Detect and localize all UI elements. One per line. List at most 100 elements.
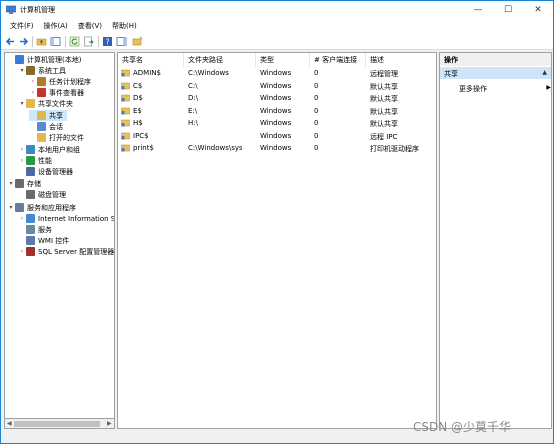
cell-desc: 默认共享 (370, 120, 398, 128)
collapse-up-icon[interactable]: ▲ (542, 69, 547, 76)
forward-icon[interactable] (18, 36, 29, 47)
table-row[interactable]: IPC$ Windows 0 远程 IPC (118, 130, 436, 143)
cell-path: C:\ (188, 81, 198, 90)
expand-down-icon[interactable]: ▾ (7, 180, 15, 187)
tree-node[interactable]: 计算机管理(本地) (7, 54, 81, 65)
tree-node[interactable]: 共享 (29, 110, 67, 121)
expand-down-icon[interactable]: ▾ (7, 204, 15, 211)
actions-section-shares[interactable]: 共享 ▲ (440, 67, 551, 79)
show-action-pane-icon[interactable] (116, 36, 127, 47)
toolbar-separator (65, 36, 66, 47)
tree-node[interactable]: ▾ 系统工具 (18, 65, 66, 76)
up-folder-icon[interactable] (36, 36, 47, 47)
column-header-client-connections[interactable]: # 客户端连接 (310, 53, 366, 67)
cell-path: C:\Windows (188, 69, 229, 77)
computer-management-icon (15, 55, 24, 64)
maximize-button[interactable]: ☐ (493, 1, 523, 19)
expand-right-icon[interactable]: › (18, 215, 26, 222)
tree-node[interactable]: 磁盘管理 (18, 189, 66, 200)
tree-node-label: 共享 (49, 111, 63, 120)
table-row[interactable]: H$ H:\ Windows 0 默认共享 (118, 117, 436, 130)
tree-horizontal-scrollbar[interactable]: ◀ ▶ (4, 419, 115, 429)
cell-name: print$ (133, 144, 154, 152)
table-row[interactable]: E$ E:\ Windows 0 默认共享 (118, 105, 436, 118)
tree-node[interactable]: WMI 控件 (18, 235, 69, 246)
column-header-folder-path[interactable]: 文件夹路径 (184, 53, 256, 67)
expand-right-icon[interactable]: › (29, 89, 37, 96)
cell-name: H$ (133, 119, 143, 127)
expand-down-icon[interactable]: ▾ (18, 67, 26, 74)
table-row[interactable]: ADMIN$ C:\Windows Windows 0 远程管理 (118, 67, 436, 80)
expand-right-icon[interactable]: › (18, 146, 26, 153)
scroll-left-icon[interactable]: ◀ (7, 420, 12, 427)
more-actions-item[interactable]: 更多操作 ▶ (459, 84, 551, 94)
local-users-icon (26, 145, 35, 154)
shared-folder-icon (121, 82, 130, 89)
expand-right-icon[interactable]: › (29, 78, 37, 85)
computer-management-icon (6, 5, 16, 14)
tree-node-label: 事件查看器 (49, 88, 84, 97)
sort-ascending-icon: ^ (148, 52, 154, 58)
minimize-button[interactable]: — (463, 1, 493, 19)
close-button[interactable]: ✕ (523, 1, 553, 19)
shared-folder-icon (121, 119, 130, 127)
task-scheduler-icon (37, 77, 46, 86)
cell-path: H:\ (188, 119, 198, 127)
column-header-description[interactable]: 描述 (366, 53, 436, 67)
tree-node[interactable]: 服务 (18, 224, 52, 235)
scrollbar-thumb[interactable] (14, 421, 100, 427)
column-header-type[interactable]: 类型 (256, 53, 310, 67)
cell-clients: 0 (314, 81, 319, 90)
table-row[interactable]: print$ C:\Windows\syst... Windows 0 打印机驱动程序 (118, 142, 436, 155)
navigation-tree: 计算机管理(本地) ▾ 系统工具 › 任务计划程序 › 事件查看器 ▾ 共享文件夹 共享 会话 打开的… (4, 52, 115, 419)
column-label: # 客户端连接 (314, 56, 358, 64)
table-row[interactable]: C$ C:\ Windows 0 默认共享 (118, 80, 436, 93)
cell-path: E:\ (188, 106, 198, 115)
cell-path: D:\ (188, 94, 199, 102)
show-tree-icon[interactable] (50, 36, 61, 47)
cell-name: C$ (133, 81, 143, 90)
expand-down-icon[interactable]: ▾ (18, 100, 26, 107)
new-share-icon[interactable] (132, 36, 143, 47)
menu-action[interactable]: 操作(A) (39, 21, 73, 31)
expand-right-icon[interactable]: › (18, 157, 26, 164)
tree-node[interactable]: ▾ 存储 (7, 178, 41, 189)
back-icon[interactable] (5, 36, 16, 47)
menu-file[interactable]: 文件(F) (5, 21, 39, 31)
tree-node[interactable]: › 性能 (18, 155, 52, 166)
scroll-right-icon[interactable]: ▶ (107, 420, 112, 427)
help-icon[interactable]: ? (102, 36, 113, 47)
expand-right-icon[interactable]: › (18, 248, 26, 255)
tree-node[interactable]: › SQL Server 配置管理器 (18, 246, 114, 257)
cell-name: ADMIN$ (133, 69, 161, 77)
device-manager-icon (26, 167, 35, 176)
export-list-icon[interactable] (83, 36, 94, 47)
cell-clients: 0 (314, 144, 319, 152)
toolbar-separator (32, 36, 33, 47)
tree-node[interactable]: ▾ 服务和应用程序 (7, 202, 76, 213)
shares-icon (37, 111, 46, 120)
table-row[interactable]: D$ D:\ Windows 0 默认共享 (118, 92, 436, 105)
tree-node[interactable]: ▾ 共享文件夹 (18, 98, 73, 109)
tree-node[interactable]: › 任务计划程序 (29, 76, 91, 87)
tree-node-label: 服务和应用程序 (27, 203, 76, 212)
tree-node[interactable]: › 事件查看器 (29, 87, 84, 98)
refresh-icon[interactable] (69, 36, 80, 47)
cell-clients: 0 (314, 94, 319, 102)
open-files-icon (37, 133, 46, 142)
tree-node-label: 计算机管理(本地) (27, 55, 82, 64)
tree-node-label: 本地用户和组 (38, 145, 80, 154)
tree-node[interactable]: 设备管理器 (18, 166, 73, 177)
tree-node[interactable]: 会话 (29, 121, 63, 132)
cell-desc: 默认共享 (370, 95, 398, 103)
shared-folder-icon (121, 132, 130, 139)
toolbar-separator (98, 36, 99, 47)
menu-view[interactable]: 查看(V) (73, 21, 107, 31)
tree-node[interactable]: › 本地用户和组 (18, 144, 80, 155)
services-apps-icon (15, 203, 24, 212)
menu-help[interactable]: 帮助(H) (107, 21, 142, 31)
tree-node[interactable]: › Internet Information S (18, 213, 114, 224)
tree-node[interactable]: 打开的文件 (29, 132, 84, 143)
cell-clients: 0 (314, 106, 319, 115)
cell-type: Windows (260, 119, 292, 127)
